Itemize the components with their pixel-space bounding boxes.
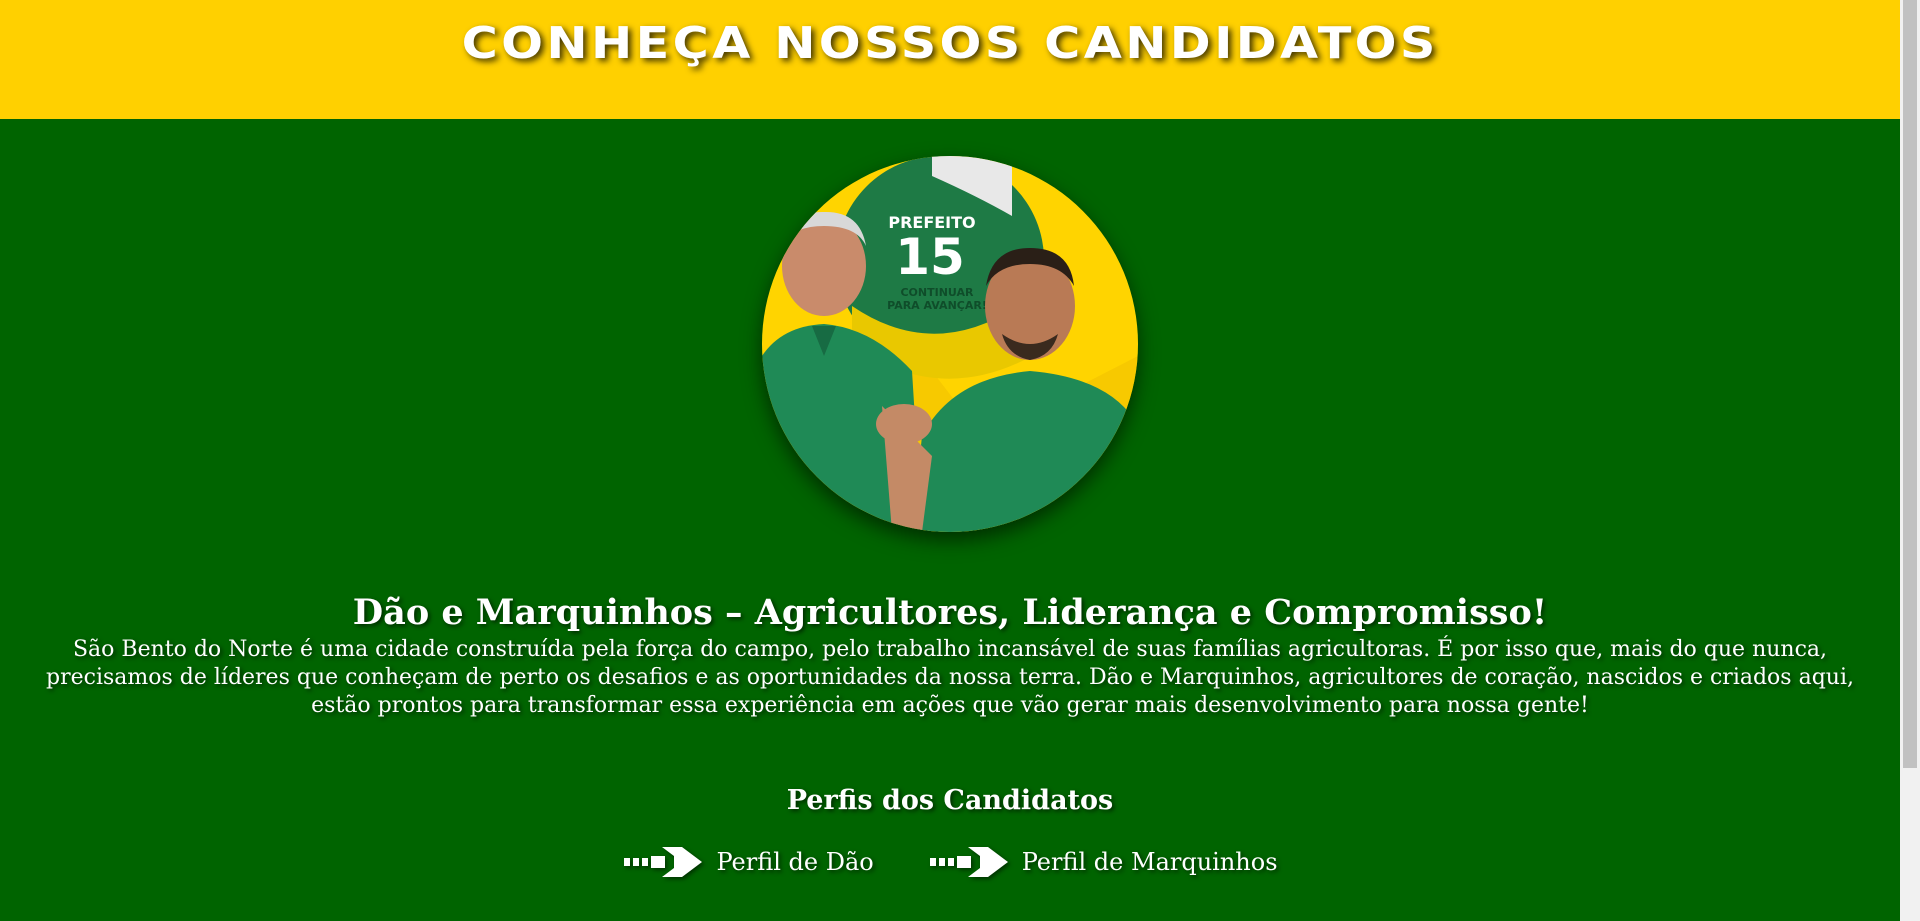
badge-slogan-line2: PARA AVANÇAR!	[887, 299, 987, 312]
profiles-title: Perfis dos Candidatos	[786, 785, 1114, 816]
badge-number: 15	[895, 228, 965, 286]
profile-link-dao[interactable]: Perfil de Dão	[622, 843, 874, 881]
profile-link-dao-label: Perfil de Dão	[716, 848, 874, 876]
page-header: CONHEÇA NOSSOS CANDIDATOS	[0, 0, 1900, 119]
campaign-headline: Dão e Marquinhos – Agricultores, Lideran…	[352, 592, 1548, 633]
arrow-right-icon	[929, 847, 1008, 877]
profile-link-marquinhos-label: Perfil de Marquinhos	[1021, 848, 1278, 876]
page-title: CONHEÇA NOSSOS CANDIDATOS	[461, 18, 1439, 69]
scrollbar-thumb[interactable]	[1903, 0, 1917, 768]
campaign-description: São Bento do Norte é uma cidade construí…	[46, 637, 1854, 718]
candidates-photo: PREFEITO 15 CONTINUAR PARA AVANÇAR!	[762, 156, 1138, 532]
badge-slogan-line1: CONTINUAR	[900, 286, 974, 299]
arrow-right-icon	[624, 847, 703, 877]
vertical-scrollbar[interactable]	[1900, 0, 1920, 921]
profile-links: Perfil de Dão Perfil de Marquinhos	[0, 843, 1900, 881]
profile-link-marquinhos[interactable]: Perfil de Marquinhos	[928, 843, 1278, 881]
